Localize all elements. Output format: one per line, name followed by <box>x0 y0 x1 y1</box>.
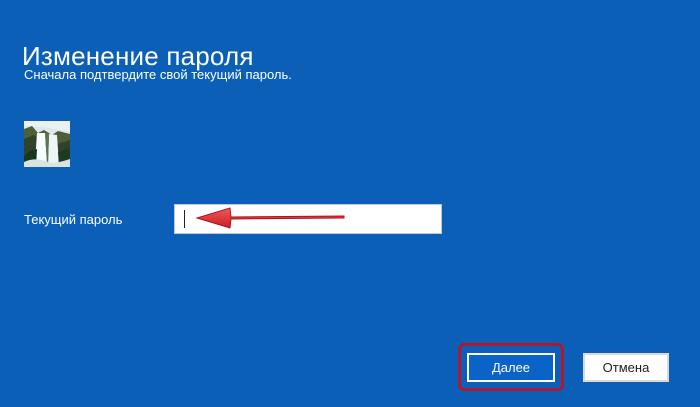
cancel-button[interactable]: Отмена <box>583 353 669 382</box>
user-avatar <box>24 121 70 167</box>
current-password-label: Текущий пароль <box>24 212 123 227</box>
page-subtitle: Сначала подтвердите свой текущий пароль. <box>24 67 292 82</box>
waterfall-photo-icon <box>24 121 70 167</box>
next-button[interactable]: Далее <box>467 353 555 382</box>
red-arrow-icon <box>195 207 345 229</box>
text-caret <box>184 210 185 228</box>
